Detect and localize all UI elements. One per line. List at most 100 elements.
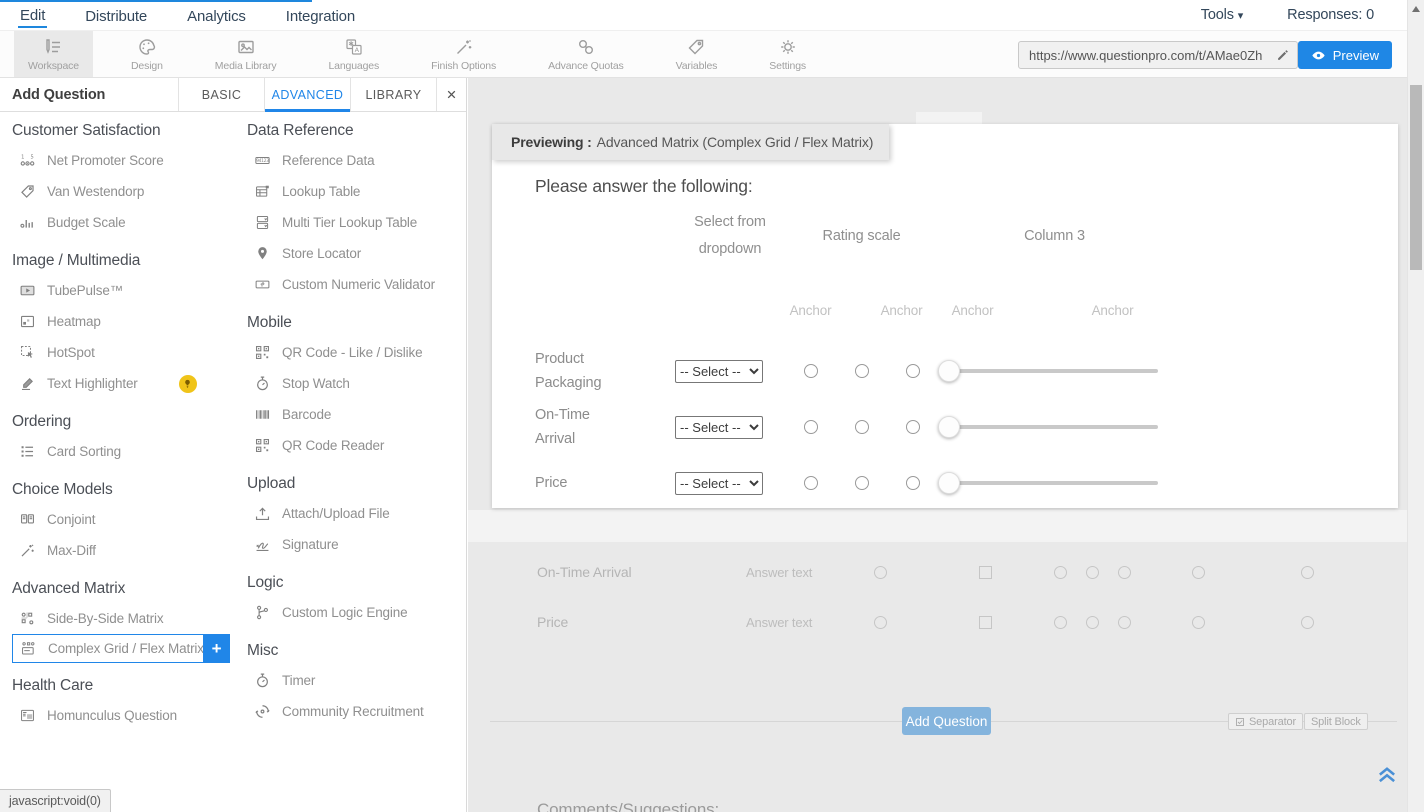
question-type-timer[interactable]: Timer (247, 665, 455, 696)
question-type-lookup-table[interactable]: Lookup Table (247, 176, 455, 207)
add-question-type-button[interactable]: + (203, 634, 230, 663)
toolbar-workspace-button[interactable]: Workspace (14, 31, 93, 77)
question-type-community-recruitment[interactable]: Community Recruitment (247, 696, 455, 727)
scrollbar-thumb[interactable] (1410, 85, 1422, 270)
toolbar-label: Media Library (215, 60, 277, 72)
radio-button[interactable] (906, 364, 920, 378)
toolbar-languages-button[interactable]: Languages (314, 31, 393, 77)
toolbar-design-button[interactable]: Design (117, 31, 177, 77)
toolbar-advance-quotas-button[interactable]: Advance Quotas (534, 31, 638, 77)
question-type-multi-tier-lookup-table[interactable]: Multi Tier Lookup Table (247, 207, 455, 238)
question-type-qr-code-reader[interactable]: QR Code Reader (247, 430, 455, 461)
row-select-dropdown[interactable]: -- Select -- (675, 360, 763, 383)
edit-url-button[interactable] (1269, 42, 1297, 68)
answer-text-placeholder: Answer text (746, 565, 812, 580)
question-type-heatmap[interactable]: Heatmap (12, 306, 240, 337)
reference-data-icon (254, 152, 271, 169)
section-health-care: Health Care Homunculus Question (12, 675, 240, 731)
tools-dropdown[interactable]: Tools ▾ (1201, 7, 1243, 23)
question-type-qr-like-dislike[interactable]: QR Code - Like / Dislike (247, 337, 455, 368)
radio-button[interactable] (906, 420, 920, 434)
row-select-dropdown[interactable]: -- Select -- (675, 472, 763, 495)
slider-handle[interactable] (938, 416, 960, 438)
section-title: Choice Models (12, 479, 240, 501)
question-type-net-promoter-score[interactable]: Net Promoter Score (12, 145, 240, 176)
question-type-label: Heatmap (47, 314, 101, 329)
separator-button[interactable]: Separator (1228, 713, 1303, 730)
question-type-barcode[interactable]: Barcode (247, 399, 455, 430)
tab-basic[interactable]: BASIC (178, 78, 264, 111)
nav-tab-analytics[interactable]: Analytics (185, 4, 248, 27)
radio-button[interactable] (906, 476, 920, 490)
question-type-label: Lookup Table (282, 184, 360, 199)
scrollbar-up-arrow[interactable] (1412, 6, 1420, 12)
toolbar-finish-options-button[interactable]: Finish Options (417, 31, 510, 77)
scroll-to-top-button[interactable] (1374, 761, 1400, 787)
question-type-homunculus[interactable]: Homunculus Question (12, 700, 240, 731)
nav-tab-edit[interactable]: Edit (18, 3, 47, 28)
checkbox (979, 566, 992, 579)
question-type-conjoint[interactable]: Conjoint (12, 504, 240, 535)
tab-advanced[interactable]: ADVANCED (264, 78, 350, 111)
question-type-stop-watch[interactable]: Stop Watch (247, 368, 455, 399)
nav-tab-integration[interactable]: Integration (284, 4, 357, 27)
question-type-label: Net Promoter Score (47, 153, 164, 168)
question-type-budget-scale[interactable]: Budget Scale (12, 207, 240, 238)
chevrons-up-icon (1374, 761, 1400, 787)
flex-grid-icon (20, 640, 37, 657)
nav-tab-distribute[interactable]: Distribute (83, 4, 149, 27)
radio-button[interactable] (855, 364, 869, 378)
split-block-button[interactable]: Split Block (1304, 713, 1368, 730)
radio-button[interactable] (804, 476, 818, 490)
lookup-table-icon (254, 183, 271, 200)
page-scrollbar[interactable] (1407, 0, 1424, 812)
toolbar-variables-button[interactable]: Variables (662, 31, 732, 77)
rating-slider[interactable] (938, 359, 1158, 383)
question-type-side-by-side-matrix[interactable]: Side-By-Side Matrix (12, 603, 240, 634)
matrix-cell (785, 455, 836, 511)
rating-slider[interactable] (938, 415, 1158, 439)
question-type-label: QR Code - Like / Dislike (282, 345, 422, 360)
radio-button[interactable] (804, 364, 818, 378)
question-preview-card: Previewing : Advanced Matrix (Complex Gr… (492, 124, 1398, 508)
previewing-bar: Previewing : Advanced Matrix (Complex Gr… (492, 124, 889, 160)
matrix-cell: -- Select -- (675, 399, 785, 455)
question-type-hotspot[interactable]: HotSpot (12, 337, 240, 368)
bar-chart-icon (19, 214, 36, 231)
question-type-reference-data[interactable]: Reference Data (247, 145, 455, 176)
question-type-tubepulse[interactable]: TubePulse™ (12, 275, 240, 306)
question-type-signature[interactable]: Signature (247, 529, 455, 560)
question-type-custom-numeric-validator[interactable]: Custom Numeric Validator (247, 269, 455, 300)
spacer (535, 303, 675, 343)
question-type-complex-grid-flex-matrix[interactable]: Complex Grid / Flex Matrix+ (12, 634, 230, 663)
row-select-dropdown[interactable]: -- Select -- (675, 416, 763, 439)
add-question-button[interactable]: Add Question (902, 707, 991, 735)
survey-url-input[interactable] (1019, 48, 1269, 63)
answer-text-placeholder: Answer text (746, 615, 812, 630)
toolbar-settings-button[interactable]: Settings (755, 31, 820, 77)
tab-library[interactable]: LIBRARY (350, 78, 436, 111)
slider-handle[interactable] (938, 472, 960, 494)
radio-button[interactable] (804, 420, 818, 434)
close-panel-button[interactable] (436, 78, 466, 111)
rating-slider[interactable] (938, 471, 1158, 495)
question-type-van-westendorp[interactable]: Van Westendorp (12, 176, 240, 207)
radio-button (874, 616, 887, 629)
panel-column-right: Data Reference Reference Data Lookup Tab… (240, 120, 455, 810)
toolbar-media-library-button[interactable]: Media Library (201, 31, 291, 77)
section-title: Health Care (12, 675, 240, 697)
question-type-card-sorting[interactable]: Card Sorting (12, 436, 240, 467)
question-type-store-locator[interactable]: Store Locator (247, 238, 455, 269)
slider-handle[interactable] (938, 360, 960, 382)
question-type-label: Max-Diff (47, 543, 96, 558)
question-type-attach-upload-file[interactable]: Attach/Upload File (247, 498, 455, 529)
preview-button[interactable]: Preview (1298, 41, 1392, 69)
section-misc: Misc Timer Community Recruitment (247, 640, 455, 727)
question-type-custom-logic-engine[interactable]: Custom Logic Engine (247, 597, 455, 628)
question-type-max-diff[interactable]: Max-Diff (12, 535, 240, 566)
radio-button[interactable] (855, 476, 869, 490)
radio-button[interactable] (855, 420, 869, 434)
question-type-label: QR Code Reader (282, 438, 384, 453)
question-type-label: Barcode (282, 407, 331, 422)
question-type-text-highlighter[interactable]: Text Highlighter (12, 368, 240, 399)
